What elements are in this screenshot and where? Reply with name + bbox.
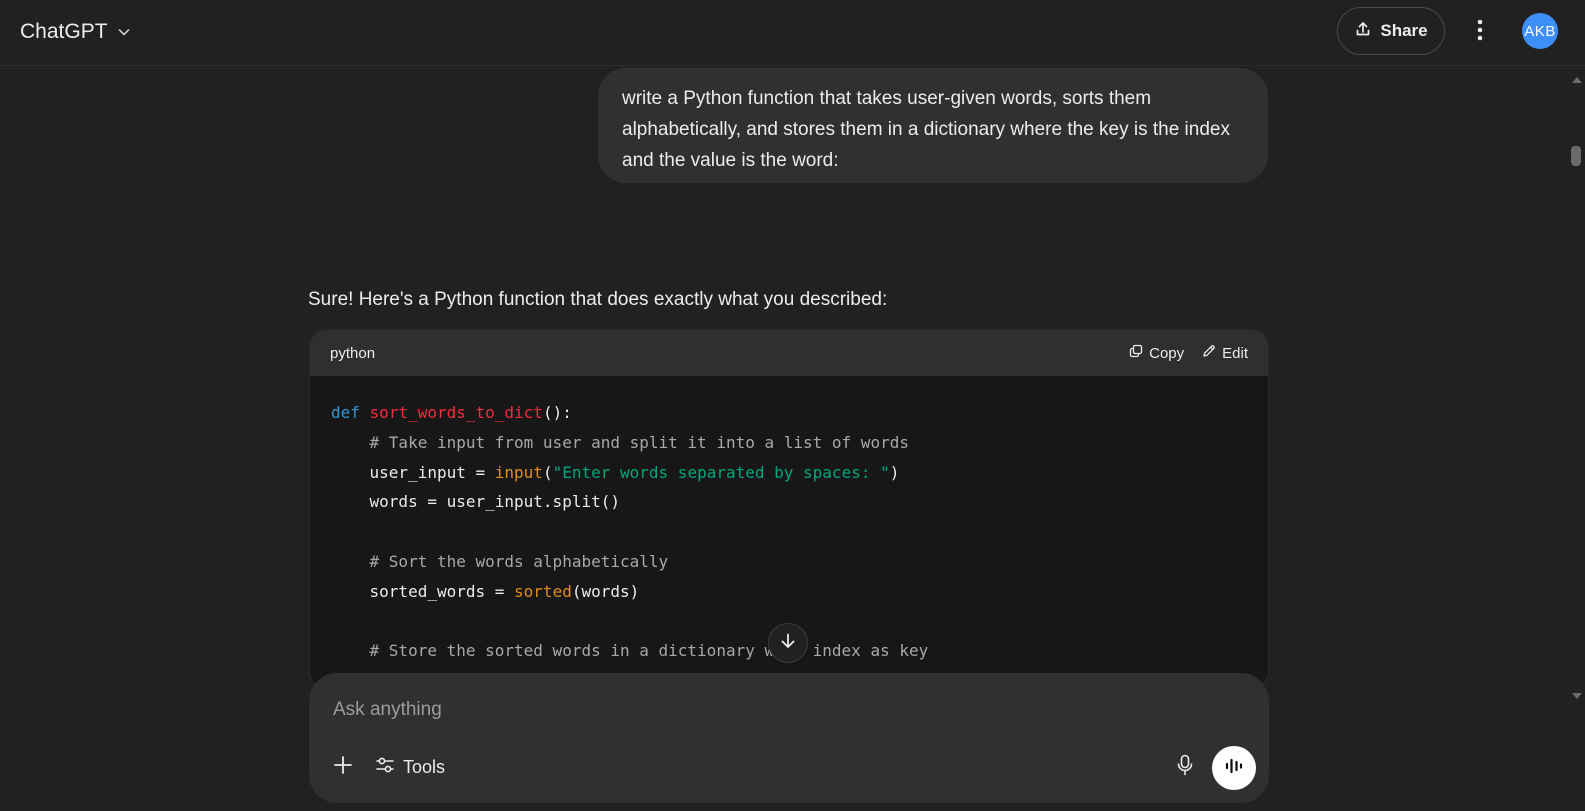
chevron-down-icon xyxy=(116,24,132,40)
tools-sliders-icon xyxy=(375,755,395,780)
share-label: Share xyxy=(1380,21,1428,40)
voice-wave-icon xyxy=(1224,756,1244,781)
code-token: sort_words_to_dict xyxy=(369,403,543,422)
copy-icon xyxy=(1129,344,1143,362)
code-token: "Enter words separated by spaces: " xyxy=(552,462,890,482)
model-name: ChatGPT xyxy=(20,20,108,43)
voice-mode-button[interactable] xyxy=(1212,746,1256,790)
scrollbar-thumb[interactable] xyxy=(1571,146,1581,166)
code-block-header: python Copy Edit xyxy=(310,330,1268,376)
code-actions: Copy Edit xyxy=(1129,344,1248,362)
code-token: ) xyxy=(889,462,900,482)
share-icon xyxy=(1354,20,1372,43)
model-selector[interactable]: ChatGPT xyxy=(20,17,132,47)
user-avatar[interactable]: AKB xyxy=(1522,13,1558,49)
code-token: # Sort the words alphabetically xyxy=(331,551,669,571)
copy-code-button[interactable]: Copy xyxy=(1129,344,1184,362)
edit-icon xyxy=(1202,344,1216,362)
user-message: write a Python function that takes user-… xyxy=(598,68,1268,183)
code-token: sorted_words = xyxy=(331,581,515,601)
code-token: ( xyxy=(542,462,553,482)
scrollbar-down-arrow[interactable] xyxy=(1570,688,1584,699)
code-token: input xyxy=(494,462,543,482)
tools-label: Tools xyxy=(403,756,446,777)
edit-label: Edit xyxy=(1222,344,1248,362)
code-language-label: python xyxy=(330,344,376,362)
code-token: words = user_input.split() xyxy=(331,492,620,512)
share-button[interactable]: Share xyxy=(1337,7,1445,55)
tools-button[interactable]: Tools xyxy=(375,751,445,783)
code-line: # Take input from user and split it into… xyxy=(331,428,1247,458)
code-line: def sort_words_to_dict(): xyxy=(331,398,1247,428)
code-token: # Store the sorted words in a dictionary… xyxy=(331,641,929,661)
code-line: sorted_words = sorted(words) xyxy=(331,577,1247,607)
microphone-icon xyxy=(1175,754,1195,781)
code-line: user_input = input("Enter words separate… xyxy=(331,458,1247,488)
dictate-button[interactable] xyxy=(1171,753,1199,781)
more-options-button[interactable] xyxy=(1466,16,1494,48)
code-token: # Take input from user and split it into… xyxy=(331,432,909,452)
code-line: # Sort the words alphabetically xyxy=(331,547,1247,577)
assistant-intro-text: Sure! Here's a Python function that does… xyxy=(308,289,888,310)
code-token: user_input = xyxy=(331,462,495,482)
edit-code-button[interactable]: Edit xyxy=(1202,344,1248,362)
scrollbar-up-arrow[interactable] xyxy=(1570,72,1584,83)
scroll-to-bottom-button[interactable] xyxy=(768,623,808,663)
top-header: ChatGPT Share AKB xyxy=(0,0,1585,66)
code-token: def xyxy=(331,403,360,422)
add-attachment-button[interactable] xyxy=(329,753,357,781)
code-line: words = user_input.split() xyxy=(331,487,1247,517)
arrow-down-icon xyxy=(779,632,797,655)
copy-label: Copy xyxy=(1149,344,1185,362)
code-token: (): xyxy=(542,403,572,422)
plus-icon xyxy=(333,755,353,780)
code-token: (words) xyxy=(571,581,640,601)
prompt-input[interactable] xyxy=(333,695,1233,725)
more-vertical-icon xyxy=(1477,19,1483,46)
composer: Tools xyxy=(309,673,1269,803)
code-token: sorted xyxy=(514,581,572,601)
